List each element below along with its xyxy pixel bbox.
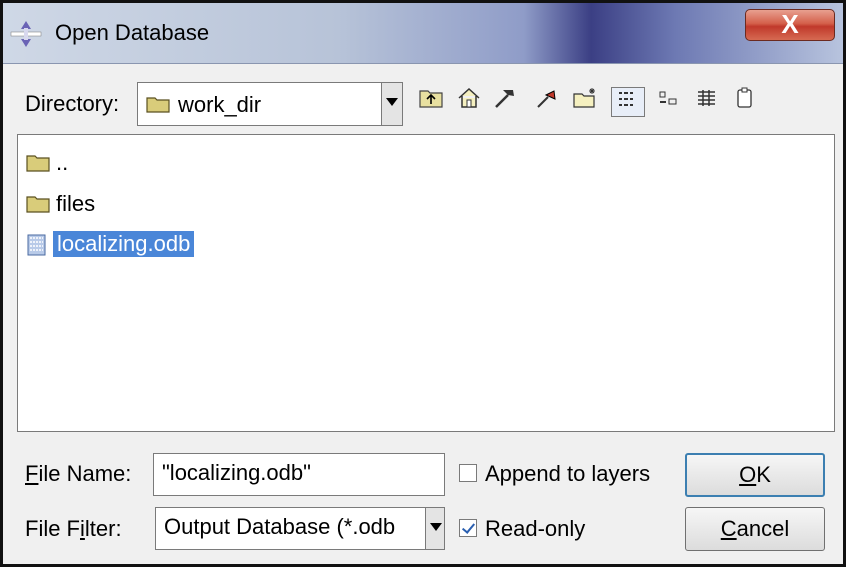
window-title: Open Database [55,20,210,45]
home-icon[interactable] [455,87,483,117]
hammer-icon[interactable] [491,87,519,117]
file-filter-dropdown-arrow[interactable] [425,508,444,549]
abaqus-app-icon [10,21,42,47]
details-view-icon[interactable] [693,87,721,117]
close-button[interactable]: X [745,9,835,41]
folder-icon [26,196,50,213]
list-item-label: files [56,191,96,216]
new-folder-icon[interactable] [571,87,599,117]
list-view-icon[interactable] [611,87,645,117]
up-folder-icon[interactable] [417,87,445,117]
ok-button[interactable]: OK [685,453,825,497]
read-only-label: Read-only [485,516,586,541]
file-name-label: File Name: [25,461,132,486]
open-database-dialog: Open Database X Directory: work_dir .. f… [0,0,846,567]
title-bar[interactable]: Open Database X [3,3,843,64]
directory-value: work_dir [178,92,262,117]
folder-icon [146,97,170,113]
clipboard-icon[interactable] [731,87,759,117]
bookmark-icon[interactable] [533,87,561,117]
cancel-button[interactable]: Cancel [685,507,825,551]
document-icon [27,234,46,256]
file-filter-label: File Filter: [25,516,122,541]
append-layers-label: Append to layers [485,461,651,486]
file-list[interactable]: .. files localizing.odb [17,134,835,432]
list-item-label: localizing.odb [53,231,195,257]
folder-icon [26,155,50,172]
directory-combo[interactable]: work_dir [137,82,403,126]
file-filter-value: Output Database (*.odb [164,514,396,539]
file-filter-select[interactable]: Output Database (*.odb [155,507,445,550]
read-only-checkbox[interactable] [459,519,477,537]
small-icons-icon[interactable] [655,87,683,117]
directory-dropdown-arrow[interactable] [381,83,402,125]
directory-label: Directory: [25,91,120,116]
list-item-label: .. [56,150,69,175]
file-name-input[interactable]: "localizing.odb" [153,453,445,496]
append-layers-checkbox[interactable] [459,464,477,482]
